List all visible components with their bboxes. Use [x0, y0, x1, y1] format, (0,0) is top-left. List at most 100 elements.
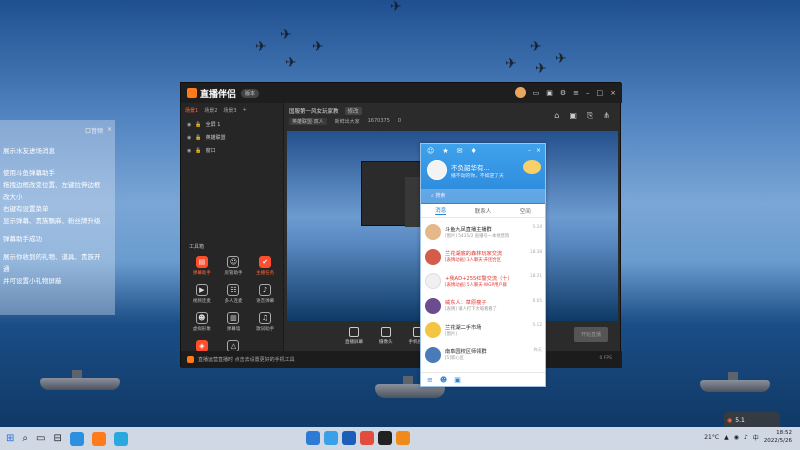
app-icon[interactable]: ▣: [454, 376, 461, 384]
tab-scene-3[interactable]: 场景3: [223, 107, 236, 114]
room-category[interactable]: 英雄联盟·双人: [289, 118, 327, 125]
source-label: 全屏 1: [205, 122, 221, 128]
tab-scene-2[interactable]: 场景2: [204, 107, 217, 114]
search-icon[interactable]: ⌕: [22, 433, 28, 444]
pinned-app-icon[interactable]: [306, 431, 320, 445]
widgets-icon[interactable]: ⊟: [53, 433, 61, 444]
list-item[interactable]: 兰花湖底的森林玩家交流 [表情动画] 3人聊天·开团合区 18:38: [421, 245, 545, 270]
eye-icon[interactable]: ◉: [187, 122, 191, 128]
menu-icon[interactable]: ≡: [573, 89, 579, 97]
app-name: 直播伴侣: [200, 89, 237, 100]
menu-icon[interactable]: ≡: [427, 376, 433, 384]
task-icon: ✔: [259, 256, 272, 268]
start-icon[interactable]: ⊞: [6, 433, 14, 444]
gift-icon[interactable]: ▣: [546, 89, 553, 97]
tab-scene-1[interactable]: 场景1: [185, 107, 198, 114]
home-icon[interactable]: ⌂: [554, 111, 559, 121]
start-live-button[interactable]: 开始直播: [573, 327, 608, 342]
tool-voice-danmaku[interactable]: ♪ 语音弹幕: [249, 284, 281, 304]
version-badge[interactable]: 版本: [241, 88, 260, 98]
tab-space[interactable]: 空间: [520, 207, 531, 215]
qq-signature[interactable]: 播不动的你，不如逆了天: [451, 172, 504, 179]
pinned-app-icon[interactable]: [396, 431, 410, 445]
pinned-app-icon[interactable]: [342, 431, 356, 445]
source-row[interactable]: ◉ 🔓 全屏 1: [181, 118, 283, 131]
wall-icon: ▥: [227, 312, 240, 324]
maximize-icon[interactable]: □: [597, 89, 604, 97]
close-icon[interactable]: ×: [610, 89, 616, 97]
live-companion-window: 直播伴侣 版本 ▭ ▣ ⚙ ≡ – □ × 场景1 场景2 场景3 + ◉ 🔓 全屏…: [180, 82, 622, 368]
network-icon[interactable]: ◉: [734, 434, 739, 441]
minimize-icon[interactable]: –: [528, 147, 531, 154]
notice-text[interactable]: 直播运营直播时 点击去设置更好的手机工具: [198, 356, 295, 363]
edit-title-button[interactable]: 修改: [344, 107, 362, 115]
screen-capture-button[interactable]: 直播屏幕: [345, 327, 363, 345]
edge-icon[interactable]: [69, 431, 84, 446]
tool-multi-link[interactable]: ☷ 多人连麦: [218, 284, 250, 304]
tool-danmaku-helper[interactable]: ▤ 弹幕助手: [186, 256, 218, 276]
scene-panel: 场景1 场景2 场景3 + ◉ 🔓 全屏 1 ◉ 🔓 英雄联盟 ◉ 🔓 窗口 工具箱 ▤ 弹幕…: [181, 103, 284, 368]
source-label: 英雄联盟: [205, 135, 226, 141]
eye-icon[interactable]: ◉: [187, 148, 191, 154]
pinned-app-icon[interactable]: [378, 431, 392, 445]
source-row[interactable]: ◉ 🔓 英雄联盟: [181, 131, 283, 144]
tool-lyrics[interactable]: ♫ 歌词助手: [249, 312, 281, 332]
message-icon[interactable]: ▭: [533, 89, 540, 97]
camera-icon: [380, 327, 391, 337]
avatar[interactable]: [427, 160, 447, 180]
tray-icon[interactable]: ▲: [724, 434, 729, 441]
search-input[interactable]: ⌕ 搜索: [421, 189, 545, 203]
lock-icon[interactable]: 🔓: [195, 148, 201, 154]
avatar: [425, 322, 441, 339]
user-icon: ☺: [227, 256, 240, 268]
system-tray: 21°C ▲ ◉ ♪ 中 18:52 2022/5/26: [704, 429, 792, 445]
tool-avatar[interactable]: ☻ 虚拟形象: [186, 312, 218, 332]
tab-contacts[interactable]: 联系人: [475, 207, 492, 215]
clock[interactable]: 18:52 2022/5/26: [764, 429, 792, 445]
link-icon[interactable]: ⎘: [587, 111, 593, 121]
list-item[interactable]: +我AD+255红警交流（十） [表情动画] 5人聊天·WGP用户群 18:31: [421, 269, 545, 294]
star-icon[interactable]: ★: [442, 147, 448, 155]
bell-icon[interactable]: ♦: [470, 147, 476, 155]
add-scene-button[interactable]: +: [243, 107, 247, 114]
lock-icon[interactable]: 🔓: [195, 122, 201, 128]
tool-video-link[interactable]: ▶ 视频连麦: [186, 284, 218, 304]
minimize-icon[interactable]: –: [586, 89, 590, 97]
panel-line: 通: [3, 265, 10, 273]
tool-danmaku-wall[interactable]: ▥ 弹幕墙: [218, 312, 250, 332]
tool-room-admin[interactable]: ☺ 房管助手: [218, 256, 250, 276]
list-item[interactable]: 斗鱼九凤直播主播群 [图片] 5435/2 直播号一本地营销 5-24: [421, 220, 545, 245]
qq-logo-icon[interactable]: ☺: [427, 147, 434, 155]
volume-icon[interactable]: ♪: [744, 434, 748, 441]
qq-icon[interactable]: [113, 431, 128, 446]
list-item[interactable]: 兰花湖二手市场 [图片] 5-12: [421, 318, 545, 343]
pinned-app-icon[interactable]: [360, 431, 374, 445]
avatar[interactable]: [514, 87, 526, 98]
tab-messages[interactable]: 消息: [435, 206, 447, 215]
settings-icon[interactable]: ⚙: [560, 89, 566, 97]
close-icon[interactable]: ×: [536, 147, 541, 154]
qq-footer: ≡ ☻ ▣: [421, 372, 545, 386]
eye-icon[interactable]: ◉: [187, 135, 191, 141]
monitor-icon: [349, 327, 359, 337]
list-item[interactable]: 南阜园校区师领群 [5]新心区 昨天: [421, 343, 545, 368]
tool-anchor-task[interactable]: ✔ 主播任务: [249, 256, 281, 276]
weather-temp[interactable]: 21°C: [704, 434, 719, 441]
danmaku-helper-panel: 口音频 × 展示水友进场消息 使用斗鱼弹幕助手 拖拽边框改变位置、左键拉伸边框 改…: [0, 120, 115, 315]
contacts-icon[interactable]: ☻: [440, 376, 447, 384]
task-view-icon[interactable]: ▭: [36, 433, 45, 444]
lock-icon[interactable]: 🔓: [195, 135, 201, 141]
close-icon[interactable]: ×: [107, 126, 112, 135]
ime-icon[interactable]: 中: [753, 433, 759, 442]
avatar: [425, 248, 441, 265]
weather-icon[interactable]: [523, 160, 541, 174]
camera-button[interactable]: 摄像头: [379, 327, 393, 345]
record-icon[interactable]: ▣: [569, 111, 577, 121]
source-row[interactable]: ◉ 🔓 窗口: [181, 144, 283, 157]
pinned-app-icon[interactable]: [324, 431, 338, 445]
mail-icon[interactable]: ✉: [457, 147, 463, 155]
share-icon[interactable]: ⋔: [603, 111, 610, 121]
list-item[interactable]: 威东人：草原瘦子 [表情] 请人打下大喊看看了 6:05: [421, 294, 545, 319]
live-companion-icon[interactable]: [91, 431, 106, 446]
room-info-bar: 英雄联盟·双人 新鲜出大家 1670375 0: [289, 118, 401, 125]
